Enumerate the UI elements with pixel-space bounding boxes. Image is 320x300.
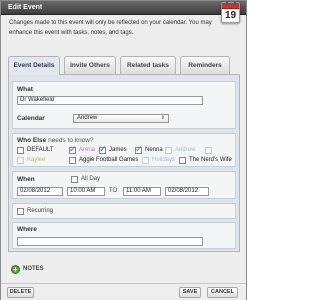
to-label: TO — [109, 188, 118, 194]
select-arrows-icon: ⇕ — [160, 115, 165, 121]
who-else-label: Who Else needs to know? — [17, 137, 94, 144]
recurring-section: Recurring — [12, 203, 236, 219]
checkbox-aggie-football[interactable] — [69, 157, 76, 164]
calendar-day: 19 — [224, 10, 237, 21]
delete-button[interactable]: DELETE — [7, 287, 34, 298]
tab-invite-others[interactable]: Invite Others — [64, 56, 116, 74]
where-label: Where — [17, 226, 37, 233]
calendar-select-value: Andrew — [77, 115, 98, 121]
checkbox-extra[interactable] — [205, 147, 212, 154]
where-section: Where — [12, 222, 236, 249]
who-kaylee-label: Kaylee — [27, 157, 46, 163]
checkbox-arena[interactable] — [69, 144, 77, 155]
checkbox-kaylee[interactable] — [17, 157, 24, 164]
what-input[interactable]: Dr Wakefield — [17, 96, 203, 105]
calendar-icon: 19 — [221, 1, 240, 23]
tab-related-tasks[interactable]: Related tasks — [120, 56, 176, 74]
who-default-label: DEFAULT — [27, 147, 54, 153]
when-label: When — [17, 176, 35, 183]
start-date-input[interactable]: 02/08/2012 — [17, 187, 63, 196]
who-james-label: James — [109, 147, 127, 153]
start-time-input[interactable]: 10:00 AM — [67, 187, 105, 196]
who-nenna-label: Nenna — [145, 147, 163, 153]
who-andrew-label: Andrew — [175, 147, 196, 153]
tab-event-details[interactable]: Event Details — [8, 56, 60, 75]
dialog-title: Edit Event — [8, 4, 43, 11]
what-label: What — [17, 86, 33, 93]
what-section: What Dr Wakefield Calendar Andrew ⇕ — [12, 81, 236, 129]
tab-reminders[interactable]: Reminders — [180, 56, 230, 74]
checkbox-andrew[interactable] — [165, 147, 172, 154]
checkbox-nerds-wife[interactable] — [179, 157, 186, 164]
tab-bar: Event Details Invite Others Related task… — [8, 56, 240, 75]
who-arena-label: Arena — [79, 147, 96, 153]
notes-toggle[interactable]: NOTES — [23, 266, 44, 272]
who-else-section: Who Else needs to know? DEFAULT Arena Ja… — [12, 133, 236, 167]
calendar-rings — [226, 1, 236, 5]
event-details-panel: What Dr Wakefield Calendar Andrew ⇕ Who … — [8, 74, 240, 252]
add-notes-icon[interactable]: + — [11, 265, 20, 274]
where-input[interactable] — [17, 237, 203, 246]
who-holidays-label: Holidays — [152, 157, 176, 163]
who-aggie-label: Aggie Football Games — [79, 157, 139, 163]
calendar-select[interactable]: Andrew ⇕ — [73, 114, 169, 123]
title-bar: Edit Event — [1, 1, 246, 15]
end-time-input[interactable]: 11:00 AM — [123, 187, 161, 196]
intro-text: Changes made to this event will only be … — [9, 20, 212, 36]
who-nerds-wife-label: The Nerd's Wife — [189, 157, 232, 163]
when-section: When All Day 02/08/2012 10:00 AM TO 11:0… — [12, 171, 236, 199]
checkbox-default[interactable] — [17, 147, 24, 154]
all-day-checkbox[interactable] — [71, 176, 78, 183]
button-bar: DELETE SAVE CANCEL — [1, 283, 246, 300]
save-button[interactable]: SAVE — [179, 287, 201, 298]
cancel-button[interactable]: CANCEL — [207, 287, 238, 298]
edit-event-dialog: Edit Event 19 Changes made to this event… — [0, 0, 247, 300]
checkbox-holidays[interactable] — [142, 157, 149, 164]
end-date-input[interactable]: 02/08/2012 — [165, 187, 209, 196]
recurring-checkbox[interactable] — [17, 208, 24, 215]
checkbox-nenna[interactable] — [135, 144, 143, 155]
checkbox-james[interactable] — [99, 144, 107, 155]
all-day-label: All Day — [81, 176, 101, 182]
recurring-label: Recurring — [27, 208, 54, 214]
calendar-label: Calendar — [17, 115, 45, 122]
